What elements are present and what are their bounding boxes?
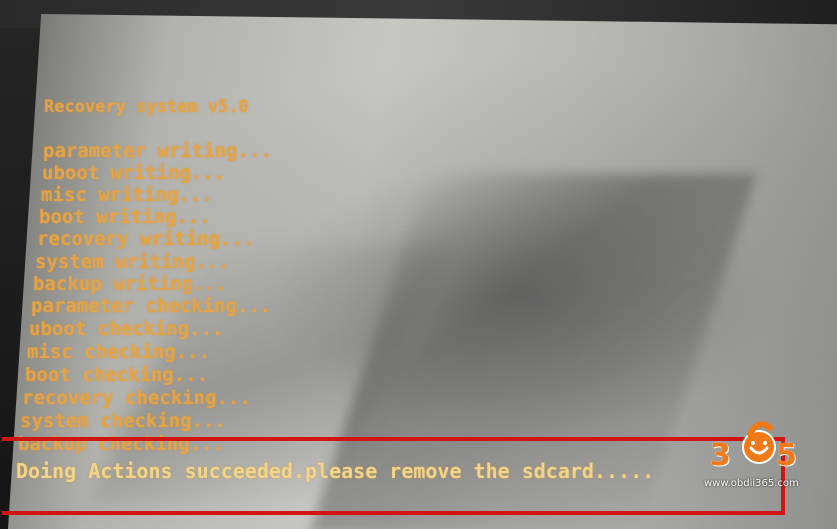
console-line: parameter checking...	[31, 295, 272, 317]
console-line: recovery checking...	[22, 387, 251, 409]
console-line: uboot checking...	[29, 318, 224, 340]
console-line: recovery writing...	[37, 228, 255, 250]
console-line: system checking...	[20, 410, 226, 432]
console-line: misc writing...	[41, 184, 213, 206]
console-line: system writing...	[35, 251, 230, 273]
console-line: backup writing...	[33, 273, 228, 295]
highlight-box	[2, 437, 785, 515]
device-photo: Recovery system v5.0 parameter writing..…	[0, 0, 837, 529]
console-line: misc checking...	[27, 341, 211, 363]
console-line: boot checking...	[25, 364, 209, 386]
console-line: boot writing...	[39, 206, 211, 228]
logo-six-icon	[742, 421, 776, 464]
console-line: uboot writing...	[42, 162, 226, 184]
watermark-logo: 3 5 www.obdii365.com	[704, 412, 814, 489]
console-title: Recovery system v5.0	[44, 97, 249, 117]
console-line: parameter writing...	[43, 140, 272, 162]
watermark-url: www.obdii365.com	[704, 478, 799, 489]
logo-digit: 3	[710, 438, 731, 473]
logo-digit: 5	[776, 438, 797, 473]
